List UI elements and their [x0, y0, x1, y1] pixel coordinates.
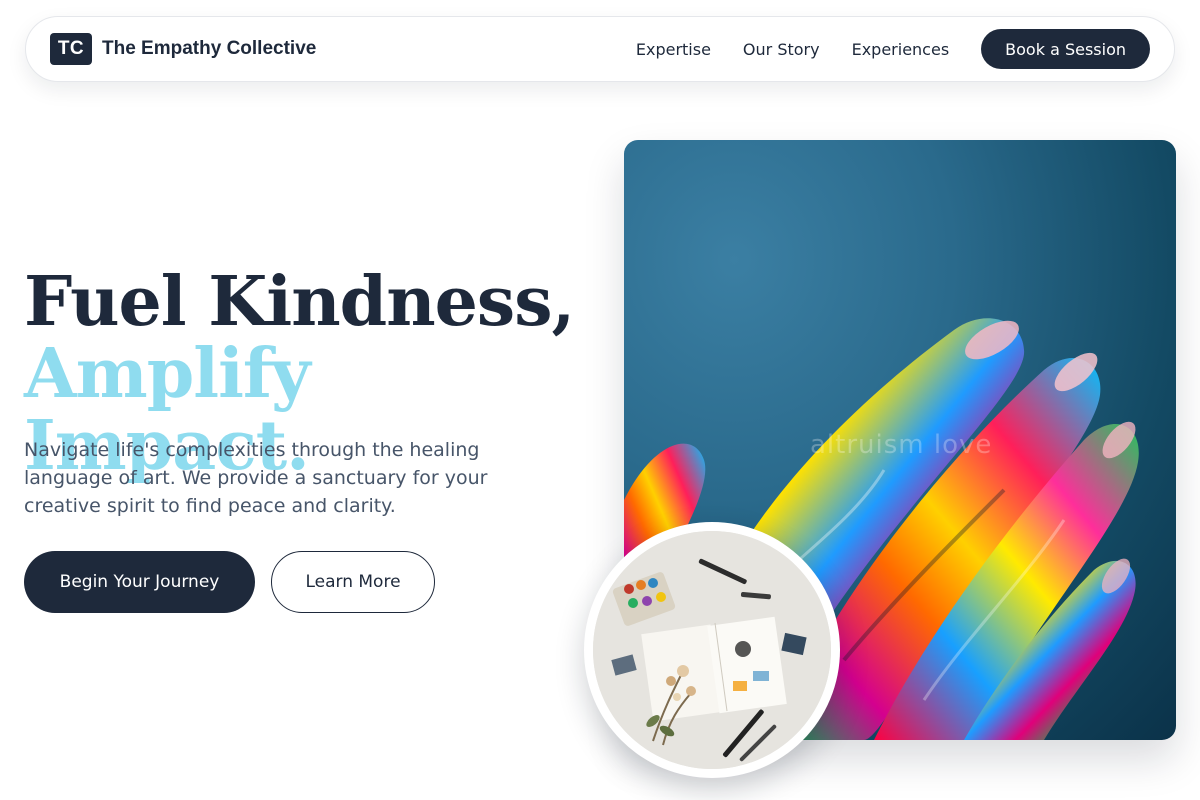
- nav-link-experiences[interactable]: Experiences: [852, 40, 950, 59]
- nav-links: Expertise Our Story Experiences Book a S…: [636, 29, 1150, 69]
- art-journal-illustration: [593, 531, 831, 769]
- nav-link-expertise[interactable]: Expertise: [636, 40, 711, 59]
- brand-mark: TC: [50, 33, 92, 65]
- nav-link-our-story[interactable]: Our Story: [743, 40, 820, 59]
- book-session-button[interactable]: Book a Session: [981, 29, 1150, 69]
- inset-image-art-journal: [584, 522, 840, 778]
- begin-journey-button[interactable]: Begin Your Journey: [24, 551, 255, 613]
- brand-name: The Empathy Collective: [102, 38, 317, 59]
- learn-more-button[interactable]: Learn More: [271, 551, 435, 613]
- hero-description: Navigate life's complexities through the…: [24, 439, 488, 517]
- brand-logo-link[interactable]: TC The Empathy Collective: [50, 33, 316, 65]
- top-nav: TC The Empathy Collective Expertise Our …: [25, 16, 1175, 82]
- headline-line-1: Fuel Kindness,: [24, 262, 575, 342]
- image-watermark: altruism love: [810, 430, 993, 460]
